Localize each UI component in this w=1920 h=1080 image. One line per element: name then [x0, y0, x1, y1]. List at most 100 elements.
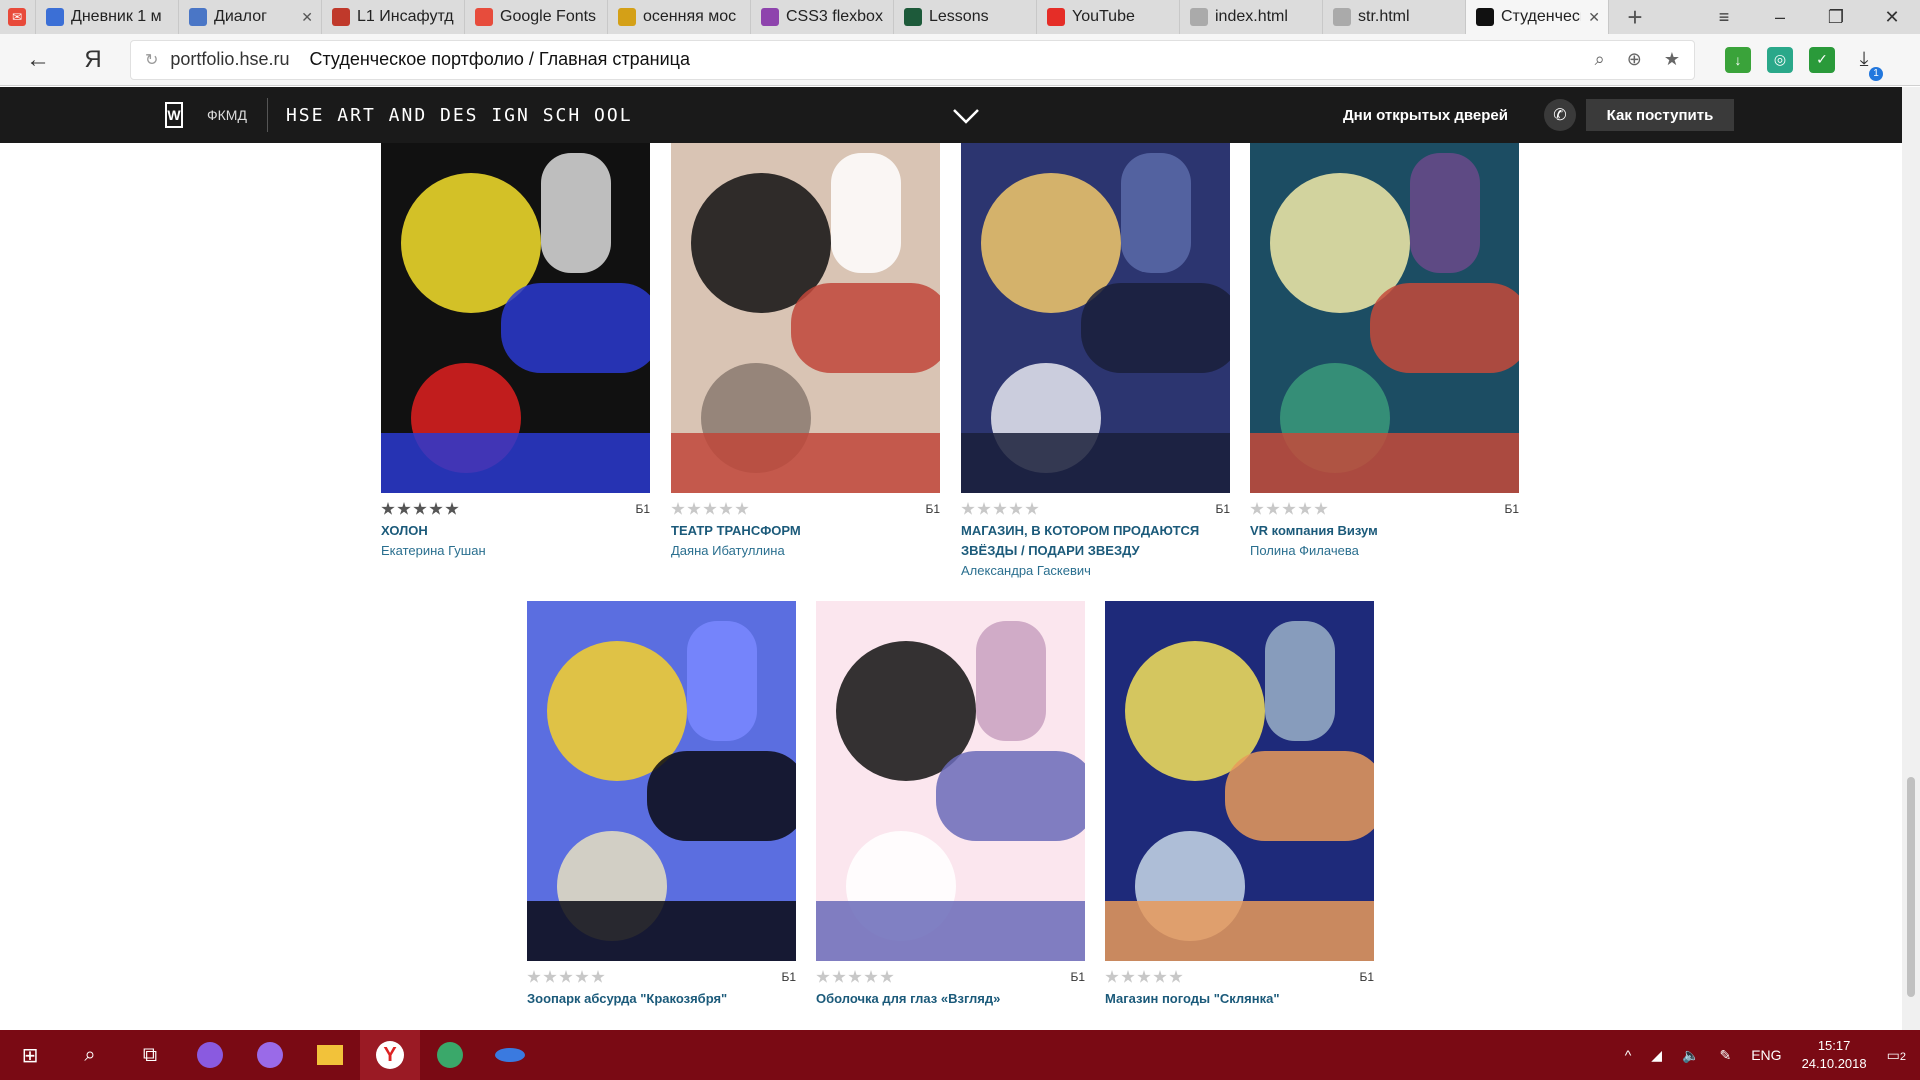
restore-icon[interactable]: ❐: [1808, 0, 1864, 34]
star-icon[interactable]: [671, 502, 685, 515]
star-icon[interactable]: [864, 970, 878, 983]
search-icon[interactable]: ⌕: [1595, 49, 1605, 70]
star-icon[interactable]: [1153, 970, 1167, 983]
star-icon[interactable]: [543, 970, 557, 983]
school-brand[interactable]: HSE ART AND DES IGN SCH OOL: [286, 105, 633, 126]
card-author[interactable]: Полина Филачева: [1250, 541, 1519, 561]
star-icon[interactable]: [1121, 970, 1135, 983]
yandex-browser-icon[interactable]: Y: [360, 1030, 420, 1080]
section-link[interactable]: ФКМД: [207, 107, 247, 123]
browser-tab[interactable]: index.html: [1180, 0, 1323, 34]
bookmark-star-icon[interactable]: ★: [1664, 49, 1680, 70]
portfolio-card[interactable]: Б1 Магазин погоды "Склянка": [1105, 601, 1374, 1009]
star-icon[interactable]: [993, 502, 1007, 515]
vpn-ext-icon[interactable]: ◎: [1767, 46, 1793, 73]
microphone-icon[interactable]: [240, 1030, 300, 1080]
browser-tab[interactable]: str.html: [1323, 0, 1466, 34]
browser-tab[interactable]: осенняя мос: [608, 0, 751, 34]
alice-icon[interactable]: [180, 1030, 240, 1080]
portfolio-card[interactable]: Б1 ХОЛОН Екатерина Гушан: [381, 143, 650, 561]
atom-icon[interactable]: [420, 1030, 480, 1080]
hse-logo-icon[interactable]: Ԝ: [165, 102, 183, 128]
scrollbar-thumb[interactable]: [1907, 777, 1915, 997]
notifications-icon[interactable]: ▭2: [1887, 1047, 1906, 1064]
star-icon[interactable]: [1009, 502, 1023, 515]
back-button[interactable]: ←: [18, 40, 58, 80]
phone-icon[interactable]: ✆: [1544, 99, 1576, 131]
tab-close-icon[interactable]: ✕: [1588, 9, 1600, 26]
app-icon[interactable]: [480, 1030, 540, 1080]
star-icon[interactable]: [429, 502, 443, 515]
language-indicator[interactable]: ENG: [1751, 1047, 1781, 1063]
artwork-image[interactable]: [671, 143, 940, 493]
browser-tab[interactable]: YouTube: [1037, 0, 1180, 34]
volume-icon[interactable]: 🔈: [1682, 1047, 1699, 1064]
file-explorer-icon[interactable]: [300, 1030, 360, 1080]
minimize-icon[interactable]: –: [1752, 0, 1808, 34]
download-ext-icon[interactable]: ↓: [1725, 46, 1751, 73]
card-author[interactable]: Даяна Ибатуллина: [671, 541, 940, 561]
star-icon[interactable]: [575, 970, 589, 983]
browser-tab[interactable]: CSS3 flexbox: [751, 0, 894, 34]
browser-tab[interactable]: L1 Инсафутд: [322, 0, 465, 34]
star-icon[interactable]: [703, 502, 717, 515]
yandex-button[interactable]: Я: [78, 46, 108, 74]
portfolio-card[interactable]: Б1 ТЕАТР ТРАНСФОРМ Даяна Ибатуллина: [671, 143, 940, 561]
rating-stars[interactable]: [1250, 502, 1328, 516]
card-title[interactable]: МАГАЗИН, В КОТОРОМ ПРОДАЮТСЯ ЗВЁЗДЫ / ПО…: [961, 521, 1230, 561]
tab-close-icon[interactable]: ✕: [301, 9, 313, 26]
rating-stars[interactable]: [816, 970, 894, 984]
star-icon[interactable]: [1105, 970, 1119, 983]
star-icon[interactable]: [591, 970, 605, 983]
star-icon[interactable]: [880, 970, 894, 983]
translate-icon[interactable]: ⊕: [1627, 49, 1642, 70]
card-title[interactable]: Зоопарк абсурда "Кракозября": [527, 989, 796, 1009]
star-icon[interactable]: [1169, 970, 1183, 983]
star-icon[interactable]: [381, 502, 395, 515]
artwork-image[interactable]: [527, 601, 796, 961]
star-icon[interactable]: [559, 970, 573, 983]
network-icon[interactable]: ◢: [1651, 1047, 1662, 1064]
card-title[interactable]: VR компания Визум: [1250, 521, 1519, 541]
star-icon[interactable]: [1282, 502, 1296, 515]
tray-chevron-up-icon[interactable]: ^: [1625, 1047, 1632, 1063]
reload-icon[interactable]: ↻: [145, 50, 158, 70]
star-icon[interactable]: [397, 502, 411, 515]
portfolio-card[interactable]: Б1 Оболочка для глаз «Взгляд»: [816, 601, 1085, 1009]
artwork-image[interactable]: [381, 143, 650, 493]
apply-button[interactable]: Как поступить: [1586, 99, 1734, 131]
star-icon[interactable]: [527, 970, 541, 983]
card-author[interactable]: Александра Гаскевич: [961, 561, 1230, 581]
portfolio-card[interactable]: Б1 VR компания Визум Полина Филачева: [1250, 143, 1519, 561]
star-icon[interactable]: [961, 502, 975, 515]
star-icon[interactable]: [1137, 970, 1151, 983]
star-icon[interactable]: [832, 970, 846, 983]
close-icon[interactable]: ✕: [1864, 0, 1920, 34]
artwork-image[interactable]: [1250, 143, 1519, 493]
portfolio-card[interactable]: Б1 МАГАЗИН, В КОТОРОМ ПРОДАЮТСЯ ЗВЁЗДЫ / …: [961, 143, 1230, 581]
rating-stars[interactable]: [381, 502, 459, 516]
star-icon[interactable]: [977, 502, 991, 515]
chevron-down-icon[interactable]: [950, 100, 982, 132]
star-icon[interactable]: [1314, 502, 1328, 515]
windows-start-icon[interactable]: ⊞: [0, 1030, 60, 1080]
star-icon[interactable]: [445, 502, 459, 515]
downloads-button[interactable]: ⤓ 1: [1849, 45, 1883, 81]
star-icon[interactable]: [719, 502, 733, 515]
portfolio-card[interactable]: Б1 Зоопарк абсурда "Кракозября": [527, 601, 796, 1009]
star-icon[interactable]: [816, 970, 830, 983]
rating-stars[interactable]: [671, 502, 749, 516]
scrollbar[interactable]: [1902, 87, 1920, 1030]
menu-icon[interactable]: ≡: [1696, 0, 1752, 34]
star-icon[interactable]: [413, 502, 427, 515]
shield-ext-icon[interactable]: ✓: [1809, 46, 1835, 73]
artwork-image[interactable]: [1105, 601, 1374, 961]
task-view-icon[interactable]: ⧉: [120, 1030, 180, 1080]
browser-tab[interactable]: Дневник 1 м: [36, 0, 179, 34]
rating-stars[interactable]: [1105, 970, 1183, 984]
card-author[interactable]: Екатерина Гушан: [381, 541, 650, 561]
browser-tab[interactable]: Студенческ ✕: [1466, 0, 1609, 34]
star-icon[interactable]: [1298, 502, 1312, 515]
browser-tab[interactable]: Lessons: [894, 0, 1037, 34]
tab-gmail[interactable]: ✉: [0, 0, 36, 34]
